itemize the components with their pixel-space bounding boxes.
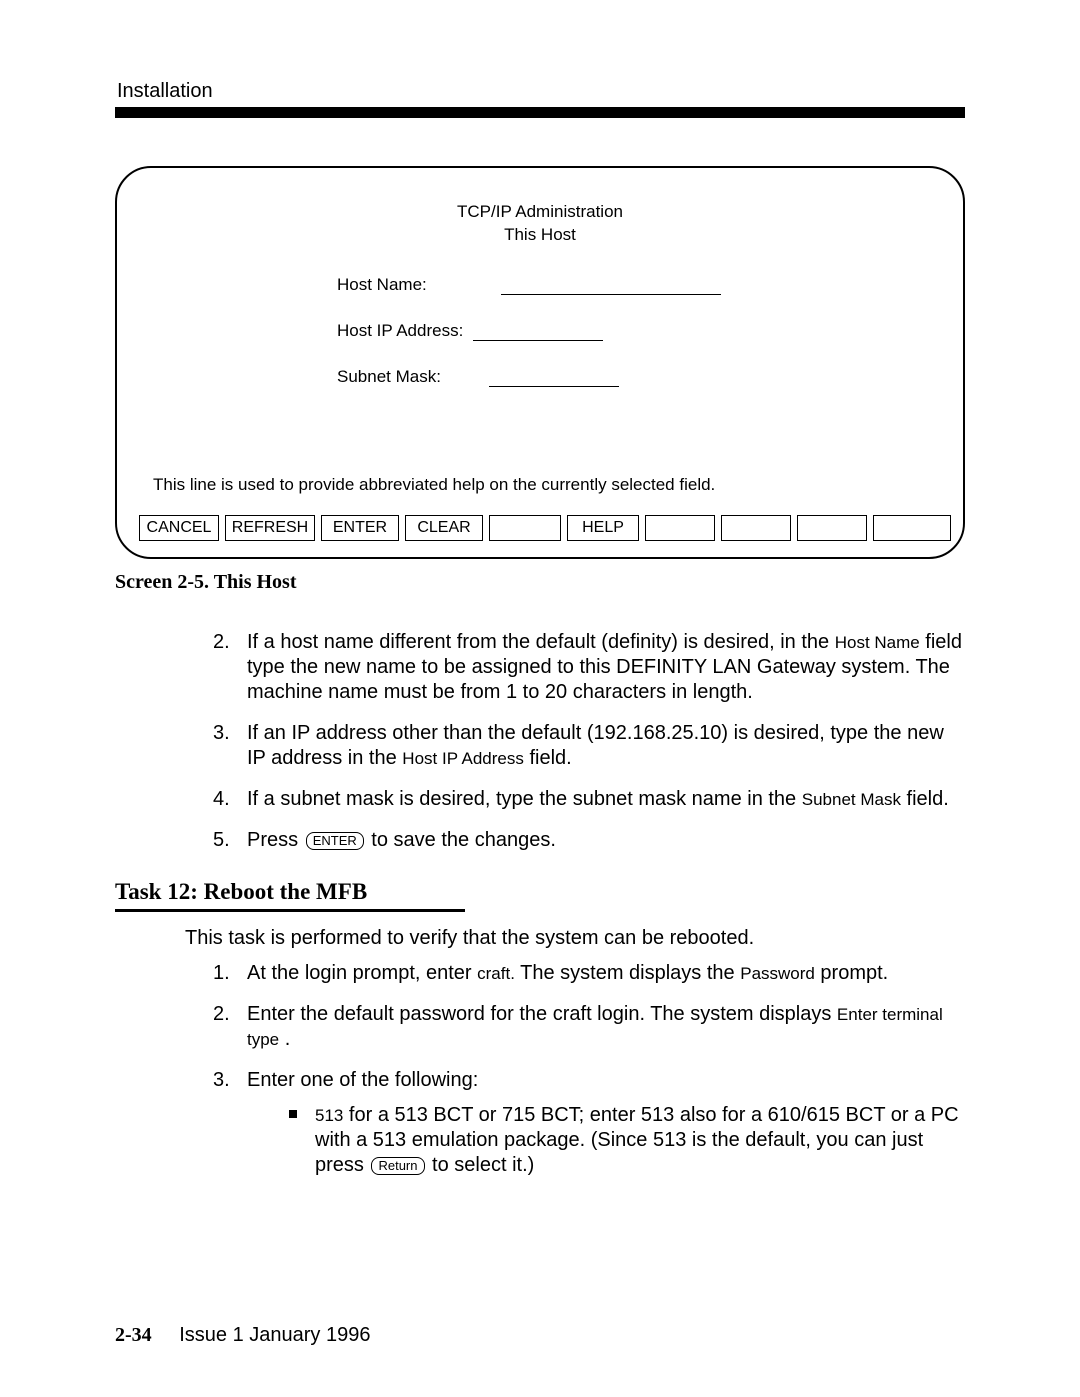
field-block: Host Name: Host IP Address: Subnet Mask: bbox=[337, 275, 941, 387]
page-number: 2-34 bbox=[115, 1324, 152, 1346]
header-rule bbox=[115, 107, 965, 118]
blank-button[interactable] bbox=[873, 515, 951, 541]
step-2: 2. If a host name different from the def… bbox=[213, 630, 965, 705]
enter-button[interactable]: ENTER bbox=[321, 515, 399, 541]
step-4: 4. If a subnet mask is desired, type the… bbox=[213, 787, 965, 812]
subnet-input[interactable] bbox=[489, 370, 619, 387]
function-key-row: CANCEL REFRESH ENTER CLEAR HELP bbox=[139, 515, 941, 541]
body-area-2: 1. At the login prompt, enter craft. The… bbox=[213, 961, 965, 1178]
step-list-b: 1. At the login prompt, enter craft. The… bbox=[213, 961, 965, 1178]
task-step-3: 3. Enter one of the following: 513 for a… bbox=[213, 1068, 965, 1178]
help-line: This line is used to provide abbreviated… bbox=[153, 475, 715, 495]
screen-title: TCP/IP Administration bbox=[139, 202, 941, 222]
task-step-2: 2. Enter the default password for the cr… bbox=[213, 1002, 965, 1052]
document-page: Installation TCP/IP Administration This … bbox=[0, 0, 1080, 1397]
blank-button[interactable] bbox=[645, 515, 715, 541]
blank-button[interactable] bbox=[489, 515, 561, 541]
cancel-button[interactable]: CANCEL bbox=[139, 515, 219, 541]
host-ip-label: Host IP Address: bbox=[337, 321, 473, 341]
step-5: 5. Press ENTER to save the changes. bbox=[213, 828, 965, 853]
terminal-type-list: 513 for a 513 BCT or 715 BCT; enter 513 … bbox=[289, 1103, 965, 1178]
running-header: Installation bbox=[117, 80, 965, 103]
blank-button[interactable] bbox=[797, 515, 867, 541]
step-list-a: 2. If a host name different from the def… bbox=[213, 630, 965, 853]
page-footer: 2-34 Issue 1 January 1996 bbox=[115, 1324, 370, 1347]
subnet-row: Subnet Mask: bbox=[337, 367, 941, 387]
body-area: 2. If a host name different from the def… bbox=[213, 630, 965, 853]
subnet-label: Subnet Mask: bbox=[337, 367, 473, 387]
host-name-input[interactable] bbox=[501, 278, 721, 295]
issue-date: Issue 1 January 1996 bbox=[179, 1324, 370, 1346]
terminal-screen: TCP/IP Administration This Host Host Nam… bbox=[115, 166, 965, 559]
step-3: 3. If an IP address other than the defau… bbox=[213, 721, 965, 771]
host-name-label: Host Name: bbox=[337, 275, 473, 295]
terminal-type-513: 513 for a 513 BCT or 715 BCT; enter 513 … bbox=[289, 1103, 965, 1178]
blank-button[interactable] bbox=[721, 515, 791, 541]
host-ip-input[interactable] bbox=[473, 324, 603, 341]
host-name-row: Host Name: bbox=[337, 275, 941, 295]
task-intro: This task is performed to verify that th… bbox=[185, 926, 965, 951]
refresh-button[interactable]: REFRESH bbox=[225, 515, 315, 541]
clear-button[interactable]: CLEAR bbox=[405, 515, 483, 541]
screen-caption: Screen 2-5. This Host bbox=[115, 571, 965, 594]
enter-keycap: ENTER bbox=[306, 832, 364, 850]
host-ip-row: Host IP Address: bbox=[337, 321, 941, 341]
task-step-1: 1. At the login prompt, enter craft. The… bbox=[213, 961, 965, 986]
return-keycap: Return bbox=[371, 1157, 424, 1175]
task-rule bbox=[115, 909, 465, 912]
task-heading: Task 12: Reboot the MFB bbox=[115, 879, 965, 905]
help-button[interactable]: HELP bbox=[567, 515, 639, 541]
screen-subtitle: This Host bbox=[139, 225, 941, 245]
